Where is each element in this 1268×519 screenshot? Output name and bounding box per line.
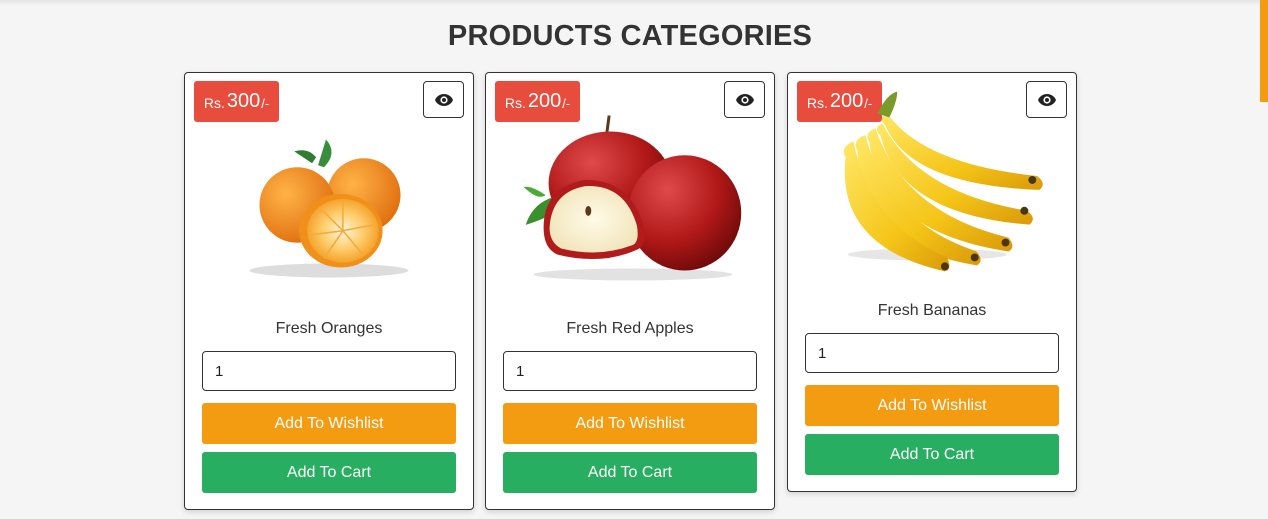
product-name: Fresh Oranges	[275, 320, 383, 337]
quantity-input[interactable]	[805, 333, 1059, 373]
add-to-cart-button[interactable]: Add To Cart	[202, 452, 456, 493]
scrollbar-thumb[interactable]	[1260, 0, 1268, 102]
product-image-oranges	[249, 139, 409, 278]
add-to-wishlist-button[interactable]: Add To Wishlist	[202, 403, 456, 444]
add-to-cart-button[interactable]: Add To Cart	[805, 434, 1059, 475]
add-to-wishlist-button[interactable]: Add To Wishlist	[805, 385, 1059, 426]
quantity-input[interactable]	[503, 351, 757, 391]
add-to-wishlist-button[interactable]: Add To Wishlist	[503, 403, 757, 444]
product-name: Fresh Red Apples	[566, 320, 694, 337]
product-image-apples	[523, 115, 742, 281]
product-name: Fresh Bananas	[877, 302, 987, 319]
quantity-input[interactable]	[202, 351, 456, 391]
product-card-apples: Rs. 200 /- Fresh Red Apples Add To Wis	[485, 72, 775, 510]
product-card-bananas: Rs. 200 /- Fresh Bananas Add To Wishlist…	[787, 72, 1077, 492]
product-card-oranges: Rs. 300 /- Fresh Oranges 1 Add To Wishli…	[184, 72, 474, 510]
header-shadow	[0, 0, 1268, 6]
add-to-cart-button[interactable]: Add To Cart	[503, 452, 757, 493]
page-title: PRODUCTS CATEGORIES	[447, 20, 813, 52]
product-image-bananas	[843, 91, 1043, 272]
